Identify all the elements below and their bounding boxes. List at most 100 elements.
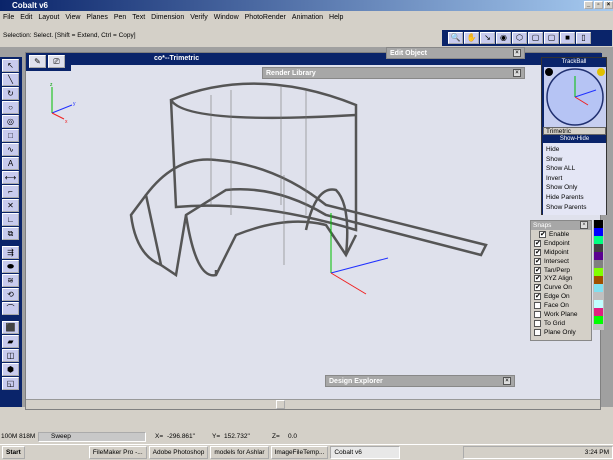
snap-item[interactable]: ✔ Midpoint — [531, 248, 591, 257]
fit-view-icon[interactable]: ↘ — [480, 32, 495, 44]
revolve-icon[interactable]: ⟲ — [2, 288, 19, 301]
checkbox[interactable]: ✔ — [534, 257, 541, 265]
show-hide-item[interactable]: Show Parents — [546, 203, 603, 213]
fillet-icon[interactable]: ⌐ — [2, 185, 19, 198]
snap-item[interactable]: Plane Only — [531, 328, 591, 337]
extrude-icon[interactable]: ⇶ — [2, 246, 19, 259]
color-swatch[interactable] — [594, 308, 603, 316]
close-icon[interactable]: × — [503, 377, 511, 385]
taskbar-item[interactable]: Cobalt v6 — [330, 446, 401, 459]
color-swatch[interactable] — [594, 276, 603, 284]
boolean-icon[interactable]: ⬢ — [2, 363, 19, 376]
snap-item[interactable]: Face On — [531, 301, 591, 310]
minimize-button[interactable]: _ — [584, 1, 593, 9]
color-swatch[interactable] — [594, 260, 603, 268]
taskbar-item[interactable]: Adobe Photoshop — [148, 446, 209, 459]
show-hide-item[interactable]: Show Only — [546, 183, 603, 193]
render-library-panel[interactable]: Render Library × — [262, 67, 525, 79]
checkbox[interactable] — [534, 328, 541, 336]
hidden-line-cube-icon[interactable]: ▢ — [544, 32, 559, 44]
start-button[interactable]: Start — [2, 446, 25, 459]
select-arrow-icon[interactable]: ↖ — [2, 59, 19, 72]
sweep-icon[interactable]: ⬬ — [2, 260, 19, 273]
snap-item[interactable]: ✔ Intersect — [531, 257, 591, 266]
wireframe-cube-icon[interactable]: ▢ — [528, 32, 543, 44]
view-select[interactable]: Trimetric — [543, 127, 606, 135]
skin-icon[interactable]: ⌒ — [2, 302, 19, 315]
snap-item[interactable]: ✔ Tan/Perp — [531, 266, 591, 275]
checkbox[interactable]: ✔ — [534, 266, 541, 274]
checkbox[interactable]: ✔ — [539, 230, 546, 238]
menu-edit[interactable]: Edit — [20, 12, 32, 23]
color-swatch[interactable] — [594, 316, 603, 324]
color-swatch[interactable] — [594, 244, 603, 252]
show-hide-item[interactable]: Invert — [546, 174, 603, 184]
front-cube-icon[interactable]: ▯ — [576, 32, 591, 44]
close-button[interactable]: × — [604, 1, 613, 9]
show-hide-item[interactable]: Show — [546, 155, 603, 165]
color-swatch[interactable] — [594, 284, 603, 292]
scroll-thumb[interactable] — [276, 400, 285, 409]
transform-icon[interactable]: ⧉ — [2, 227, 19, 240]
taskbar-item[interactable]: ImageFileTemp... — [270, 446, 329, 459]
snap-enable[interactable]: ✔ Enable — [531, 230, 591, 239]
arc-icon[interactable]: ↻ — [2, 87, 19, 100]
model-canvas[interactable]: z y x — [26, 65, 602, 411]
menu-help[interactable]: Help — [329, 12, 343, 23]
menu-layout[interactable]: Layout — [38, 12, 59, 23]
text-tool-icon[interactable]: A — [2, 157, 19, 170]
menu-dimension[interactable]: Dimension — [151, 12, 184, 23]
snap-item[interactable]: ✔ Endpoint — [531, 239, 591, 248]
color-swatch[interactable] — [594, 268, 603, 276]
close-icon[interactable]: × — [580, 221, 588, 229]
trimetric-cube-icon[interactable]: ⬡ — [512, 32, 527, 44]
spline-icon[interactable]: ∿ — [2, 143, 19, 156]
snap-item[interactable]: ✔ XYZ Align — [531, 274, 591, 283]
checkbox[interactable] — [534, 302, 541, 310]
close-icon[interactable]: × — [513, 49, 521, 57]
prism-icon[interactable]: ▰ — [2, 335, 19, 348]
taskbar-item[interactable]: FileMaker Pro -... — [88, 446, 147, 459]
menu-animation[interactable]: Animation — [292, 12, 323, 23]
zoom-icon[interactable]: 🔍 — [448, 32, 463, 44]
rotate-view-icon[interactable]: ◉ — [496, 32, 511, 44]
menu-view[interactable]: View — [65, 12, 80, 23]
menu-verify[interactable]: Verify — [190, 12, 208, 23]
menu-planes[interactable]: Planes — [86, 12, 107, 23]
corner-icon[interactable]: ∟ — [2, 213, 19, 226]
edit-object-panel[interactable]: Edit Object × — [386, 47, 525, 59]
menu-pen[interactable]: Pen — [114, 12, 126, 23]
snap-item[interactable]: To Grid — [531, 319, 591, 328]
color-swatch[interactable] — [594, 292, 603, 300]
loft-icon[interactable]: ≋ — [2, 274, 19, 287]
show-hide-item[interactable]: Show ALL — [546, 164, 603, 174]
pan-hand-icon[interactable]: ✋ — [464, 32, 479, 44]
maximize-button[interactable]: ▫ — [594, 1, 603, 9]
shell-icon[interactable]: ◱ — [2, 377, 19, 390]
close-icon[interactable]: × — [513, 69, 521, 77]
dimension-icon[interactable]: ⟷ — [2, 171, 19, 184]
show-hide-item[interactable]: Hide — [546, 145, 603, 155]
checkbox[interactable]: ✔ — [534, 275, 541, 283]
rectangle-icon[interactable]: □ — [2, 129, 19, 142]
checkbox[interactable]: ✔ — [534, 293, 541, 301]
line-icon[interactable]: ╲ — [2, 73, 19, 86]
ellipse-icon[interactable]: ◎ — [2, 115, 19, 128]
color-swatch[interactable] — [594, 220, 603, 228]
menu-text[interactable]: Text — [132, 12, 145, 23]
color-swatch[interactable] — [594, 228, 603, 236]
color-swatch[interactable] — [594, 236, 603, 244]
checkbox[interactable]: ✔ — [534, 239, 541, 247]
checkbox[interactable]: ✔ — [534, 248, 541, 256]
show-hide-item[interactable]: Hide Parents — [546, 193, 603, 203]
box-solid-icon[interactable]: ⬛ — [2, 321, 19, 334]
checkbox[interactable] — [534, 319, 541, 327]
color-swatch[interactable] — [594, 252, 603, 260]
shaded-cube-icon[interactable]: ■ — [560, 32, 575, 44]
menu-photorender[interactable]: PhotoRender — [245, 12, 286, 23]
checkbox[interactable]: ✔ — [534, 284, 541, 292]
horizontal-scrollbar[interactable] — [26, 399, 600, 409]
menu-file[interactable]: File — [3, 12, 14, 23]
cylinder-icon[interactable]: ◫ — [2, 349, 19, 362]
snap-item[interactable]: Work Plane — [531, 310, 591, 319]
